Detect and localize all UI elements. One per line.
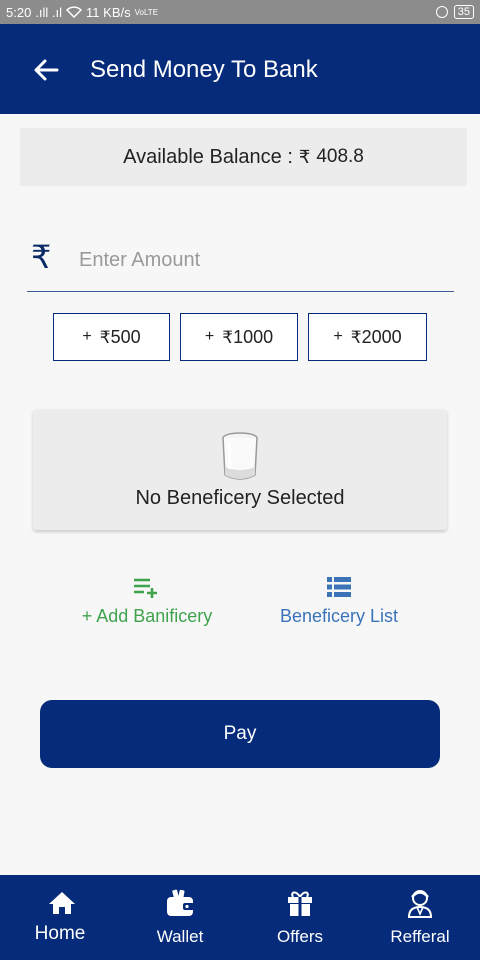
bottom-nav: Home Wallet Offers Refferal bbox=[0, 875, 480, 960]
glass-icon bbox=[222, 432, 258, 480]
battery-level: 35 bbox=[457, 6, 470, 18]
quick-amount-value: 2000 bbox=[361, 326, 402, 347]
nav-offers[interactable]: Offers bbox=[240, 875, 360, 960]
rupee-sign: ₹ bbox=[350, 327, 362, 348]
amount-field-row: ₹ bbox=[27, 232, 454, 292]
status-left: 5:20 .ıll .ıl 11 KB/s VoLTE bbox=[6, 5, 158, 20]
add-beneficiary-button[interactable]: + Add Banificery bbox=[67, 576, 227, 627]
nav-home-label: Home bbox=[34, 923, 86, 944]
wallet-icon bbox=[164, 887, 196, 919]
plus-sign: + bbox=[82, 328, 92, 345]
nav-referral-label: Refferal bbox=[390, 927, 450, 946]
rupee-sign: ₹ bbox=[222, 327, 234, 348]
home-icon bbox=[46, 887, 78, 919]
balance-currency: ₹ bbox=[298, 146, 311, 168]
quick-amount-value: 500 bbox=[110, 326, 141, 347]
beneficiary-list-button[interactable]: Beneficery List bbox=[259, 576, 419, 627]
quick-amount-value: 1000 bbox=[233, 326, 274, 347]
list-icon bbox=[327, 577, 351, 597]
status-time: 5:20 bbox=[6, 4, 32, 20]
battery-icon: 35 bbox=[453, 5, 474, 19]
network-speed: 11 KB/s bbox=[86, 4, 131, 20]
rupee-sign: ₹ bbox=[99, 327, 111, 348]
quick-amount-1000-button[interactable]: + ₹1000 bbox=[180, 313, 298, 361]
signal-icon: .ıll .ıl bbox=[35, 4, 63, 20]
agent-icon bbox=[404, 887, 436, 919]
back-button[interactable] bbox=[30, 54, 62, 86]
app-bar: Send Money To Bank bbox=[0, 24, 480, 114]
selected-beneficiary-card[interactable]: No Beneficery Selected bbox=[33, 409, 447, 530]
nav-offers-label: Offers bbox=[277, 927, 323, 946]
no-beneficiary-text: No Beneficery Selected bbox=[135, 487, 345, 509]
add-beneficiary-label: + Add Banificery bbox=[81, 606, 213, 626]
arrow-left-icon bbox=[34, 59, 59, 81]
status-right: 35 bbox=[435, 5, 474, 19]
nav-referral[interactable]: Refferal bbox=[360, 875, 480, 960]
quick-amount-500-button[interactable]: + ₹500 bbox=[53, 313, 170, 361]
rupee-icon: ₹ bbox=[31, 238, 52, 276]
balance-box: Available Balance : ₹ 408.8 bbox=[20, 128, 467, 186]
quick-amount-2000-button[interactable]: + ₹2000 bbox=[308, 313, 427, 361]
pay-button[interactable]: Pay bbox=[40, 700, 440, 768]
plus-sign: + bbox=[204, 328, 215, 345]
volte-badge: VoLTE bbox=[134, 7, 159, 17]
nav-wallet-label: Wallet bbox=[156, 927, 204, 946]
playlist-add-icon bbox=[134, 578, 157, 598]
beneficiary-list-label: Beneficery List bbox=[279, 606, 399, 626]
page-title: Send Money To Bank bbox=[90, 56, 318, 83]
lock-icon bbox=[435, 6, 448, 18]
plus-sign: + bbox=[333, 328, 343, 345]
balance-value: 408.8 bbox=[316, 146, 364, 167]
wifi-icon bbox=[66, 6, 83, 18]
nav-wallet[interactable]: Wallet bbox=[120, 875, 240, 960]
nav-home[interactable]: Home bbox=[0, 875, 120, 960]
gift-icon bbox=[284, 887, 316, 919]
balance-label: Available Balance : bbox=[123, 145, 293, 168]
status-bar: 5:20 .ıll .ıl 11 KB/s VoLTE 35 bbox=[0, 0, 480, 24]
amount-input[interactable] bbox=[79, 242, 449, 278]
